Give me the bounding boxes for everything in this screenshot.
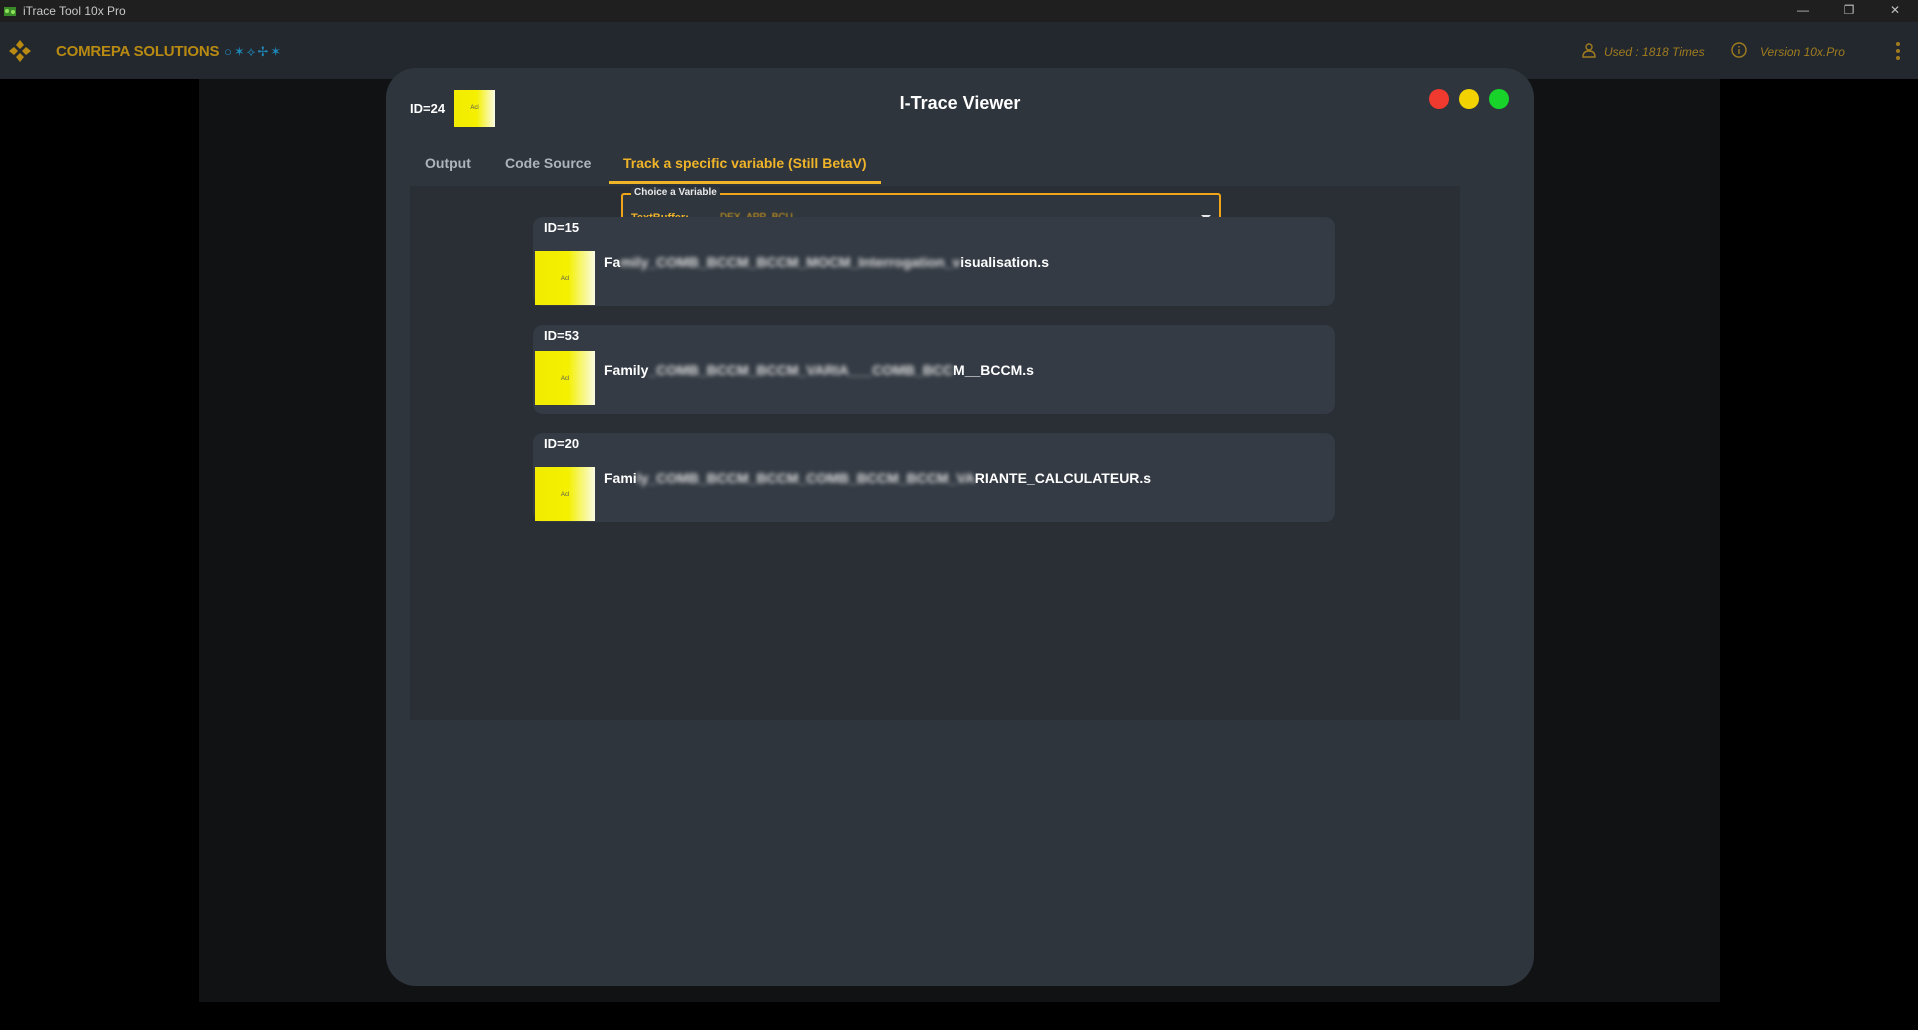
result-id: ID=53 [544,328,580,343]
result-name-suffix: M__BCCM.s [953,362,1034,378]
tab-output[interactable]: Output [411,144,485,184]
minimize-button[interactable]: — [1780,0,1826,22]
result-name-prefix: Family [604,362,649,378]
result-id: ID=15 [544,220,580,235]
tab-track-variable[interactable]: Track a specific variable (Still BetaV) [609,144,881,184]
tab-code-source[interactable]: Code Source [491,144,605,184]
user-icon [1582,43,1596,58]
result-id: ID=20 [544,436,580,451]
tab-bar: Output Code Source Track a specific vari… [411,144,1459,187]
result-thumbnail: Acl [535,467,595,521]
info-icon [1731,42,1747,58]
usage-counter: Used : 1818 Times [1604,45,1705,59]
result-name-suffix: isualisation.s [960,254,1049,270]
app-icon [4,7,16,16]
maximize-button[interactable]: ❐ [1826,0,1872,22]
select-legend: Choice a Variable [631,187,720,198]
result-name-redacted: _COMB_BCCM_BCCM_VARIA___COMB_BCC [648,362,954,378]
result-name-prefix: Fami [604,470,637,486]
itrace-viewer-modal: ID=24 Acl I-Trace Viewer Output Code Sou… [386,68,1534,986]
more-vert-icon[interactable] [1895,41,1901,61]
thumbnail-text: Acl [560,492,570,498]
minimize-dot-button[interactable] [1459,89,1479,109]
result-card[interactable]: ID=20 Acl Family_COMB_BCCM_BCCM_COMB_BCC… [533,433,1335,522]
thumbnail-text: Acl [560,276,570,282]
os-title-bar: iTrace Tool 10x Pro — ❐ ✕ [0,0,1918,22]
result-name-redacted: mily_COMB_BCCM_BCCM_MOCM_Interrogation_v [620,254,961,270]
modal-title: I-Trace Viewer [899,93,1021,113]
result-name-suffix: RIANTE_CALCULATEUR.s [974,470,1152,486]
brand-name: COMREPA SOLUTIONS [56,43,220,60]
result-thumbnail: Acl [535,351,595,405]
result-card[interactable]: ID=15 Acl Family_COMB_BCCM_BCCM_MOCM_Int… [533,217,1335,306]
result-card[interactable]: ID=53 Acl Family_COMB_BCCM_BCCM_VARIA___… [533,325,1335,414]
result-name: Family_COMB_BCCM_BCCM_MOCM_Interrogation… [604,254,1049,270]
close-window-button[interactable]: ✕ [1872,0,1918,22]
version-label: Version 10x.Pro [1760,45,1845,59]
result-name: Family_COMB_BCCM_BCCM_COMB_BCCM_BCCM_VAR… [604,470,1151,486]
result-name-redacted: ly_COMB_BCCM_BCCM_COMB_BCCM_BCCM_VA [636,470,975,486]
result-name-prefix: Fa [604,254,621,270]
maximize-dot-button[interactable] [1489,89,1509,109]
thumbnail-text: Acl [560,376,570,382]
brand-decoration: ○✶⟡✢✶ [224,44,284,59]
result-thumbnail: Acl [535,251,595,305]
window-title: iTrace Tool 10x Pro [23,4,126,18]
result-name: Family_COMB_BCCM_BCCM_VARIA___COMB_BCCM_… [604,362,1034,378]
close-dot-button[interactable] [1429,89,1449,109]
logo-icon [9,40,31,62]
